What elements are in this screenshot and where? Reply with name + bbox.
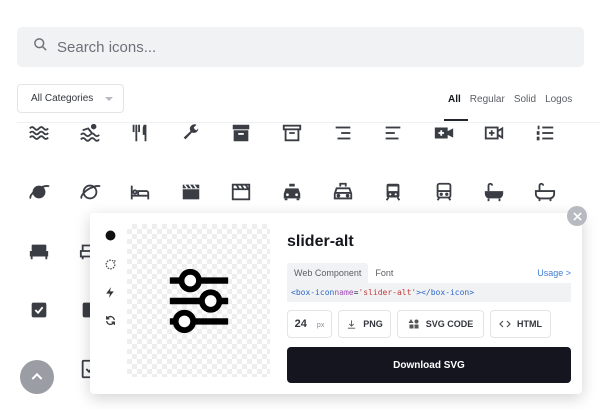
- video-plus-solid-icon[interactable]: [431, 120, 457, 146]
- size-input[interactable]: 24 px: [287, 310, 332, 338]
- wrench-icon[interactable]: [178, 120, 204, 146]
- bath-icon[interactable]: [532, 179, 558, 205]
- icon-preview: [127, 224, 270, 377]
- video-plus-icon[interactable]: [481, 120, 507, 146]
- download-icon: [348, 319, 356, 329]
- bath-solid-icon[interactable]: [481, 179, 507, 205]
- variant-sync[interactable]: [97, 310, 123, 330]
- icon-name-title: slider-alt: [287, 233, 354, 250]
- code-close-tag: ></box-icon>: [416, 288, 475, 297]
- filter-tab-regular[interactable]: Regular: [470, 94, 505, 105]
- download-svg-button[interactable]: Download SVG: [287, 347, 571, 383]
- taxi-icon[interactable]: [330, 179, 356, 205]
- align-right-icon[interactable]: [330, 120, 356, 146]
- download-options: 24 px PNG SVG CODE HTML: [287, 310, 551, 338]
- type-filter-tabs: All Regular Solid Logos: [444, 94, 572, 121]
- movie-solid-icon[interactable]: [178, 179, 204, 205]
- code-attr: name: [334, 288, 354, 297]
- scroll-top-button[interactable]: [20, 360, 54, 394]
- chevron-down-icon: [105, 96, 113, 101]
- archive-solid-icon[interactable]: [228, 120, 254, 146]
- close-button[interactable]: [567, 206, 587, 226]
- filter-tab-logos[interactable]: Logos: [545, 94, 572, 105]
- planet-solid-icon[interactable]: [26, 179, 52, 205]
- svg-code-button[interactable]: SVG CODE: [397, 310, 484, 338]
- train-icon[interactable]: [431, 179, 457, 205]
- category-select[interactable]: All Categories: [17, 84, 124, 113]
- hotel-icon[interactable]: [127, 179, 153, 205]
- category-select-value: All Categories: [31, 93, 94, 104]
- archive-icon[interactable]: [279, 120, 305, 146]
- taxi-solid-icon[interactable]: [279, 179, 305, 205]
- restaurant-icon[interactable]: [127, 120, 153, 146]
- align-left-icon[interactable]: [380, 120, 406, 146]
- search-input[interactable]: [57, 38, 557, 56]
- swim-icon[interactable]: [77, 120, 103, 146]
- code-snippet[interactable]: <box-icon name = 'slider-alt' ></box-ico…: [287, 283, 571, 302]
- code-open-tag: <box-icon: [291, 288, 335, 297]
- variant-circle-dot[interactable]: [97, 225, 123, 245]
- search-bar[interactable]: [17, 27, 584, 67]
- rotate-icon: [105, 259, 115, 269]
- html-button[interactable]: HTML: [490, 310, 551, 338]
- checkbox-checked-icon[interactable]: [26, 297, 52, 323]
- size-value: 24: [294, 318, 307, 330]
- planet-icon[interactable]: [77, 179, 103, 205]
- variant-rotate[interactable]: [97, 254, 123, 274]
- close-icon: [572, 211, 582, 221]
- circle-dot-icon: [105, 230, 115, 240]
- bed-solid-icon[interactable]: [26, 238, 52, 264]
- usage-tabs: Web Component Font Usage >: [287, 263, 571, 283]
- chevron-up-icon: [31, 372, 43, 380]
- train-solid-icon[interactable]: [380, 179, 406, 205]
- tab-web-component[interactable]: Web Component: [287, 263, 369, 283]
- water-icon[interactable]: [26, 120, 52, 146]
- png-label: PNG: [363, 319, 383, 329]
- search-icon: [33, 37, 48, 57]
- code-value: 'slider-alt': [358, 288, 417, 297]
- size-unit: px: [316, 322, 325, 329]
- divider: [17, 122, 600, 123]
- filter-tab-all[interactable]: All: [444, 94, 468, 121]
- list-ol-icon[interactable]: [532, 120, 558, 146]
- code-icon: [499, 320, 511, 328]
- sync-icon: [105, 315, 115, 325]
- movie-icon[interactable]: [228, 179, 254, 205]
- tab-font[interactable]: Font: [368, 263, 400, 283]
- bolt-icon: [105, 286, 114, 298]
- usage-link[interactable]: Usage >: [537, 268, 571, 278]
- variant-bolt[interactable]: [97, 282, 123, 302]
- slider-alt-icon: [169, 268, 228, 333]
- shapes-icon: [408, 319, 419, 329]
- svg-code-label: SVG CODE: [425, 319, 474, 329]
- filter-tab-solid[interactable]: Solid: [514, 94, 536, 105]
- download-png-button[interactable]: PNG: [338, 310, 391, 338]
- html-label: HTML: [517, 319, 542, 329]
